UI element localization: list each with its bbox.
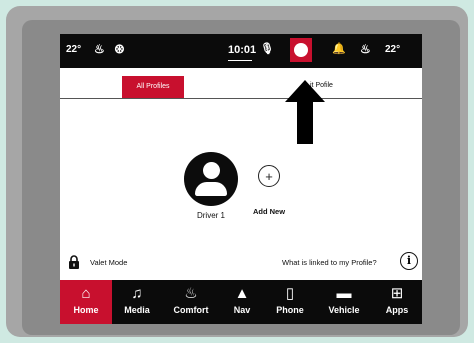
nav-media-label: Media xyxy=(124,305,150,315)
comfort-icon: ♨ xyxy=(184,285,198,302)
home-icon: ⌂ xyxy=(81,285,91,302)
phone-icon: ▯ xyxy=(285,285,295,302)
add-new-button[interactable]: + xyxy=(258,165,280,187)
steering-wheel-icon[interactable]: ⊛ xyxy=(114,41,125,57)
linked-profile-label[interactable]: What is linked to my Profile? xyxy=(282,258,377,267)
nav-phone-label: Phone xyxy=(276,305,304,315)
nav-arrow-icon: ▲ xyxy=(234,285,250,302)
nav-home-label: Home xyxy=(73,305,99,315)
lock-icon[interactable] xyxy=(68,255,80,269)
apps-grid-icon: ⊞ xyxy=(390,285,404,302)
passenger-seat-icon[interactable]: ♨ xyxy=(360,42,371,56)
touchscreen: 22° ♨ ⊛ 10:01 🎙 🔔 ♨ 22° All Profiles it … xyxy=(60,34,422,324)
nav-apps-label: Apps xyxy=(385,305,409,315)
notification-bell-icon[interactable]: 🔔 xyxy=(332,42,346,55)
person-icon-head xyxy=(203,162,220,179)
info-icon[interactable]: i xyxy=(400,252,418,270)
car-icon: ▬ xyxy=(336,285,352,302)
nav-comfort[interactable]: ♨ Comfort xyxy=(162,280,220,324)
driver-temperature[interactable]: 22° xyxy=(66,44,81,55)
person-icon-body xyxy=(195,182,227,196)
tab-all-profiles[interactable]: All Profiles xyxy=(122,76,184,98)
valet-mode-label[interactable]: Valet Mode xyxy=(90,258,127,267)
nav-vehicle-label: Vehicle xyxy=(328,305,360,315)
nav-apps[interactable]: ⊞ Apps xyxy=(372,280,422,324)
nav-phone[interactable]: ▯ Phone xyxy=(264,280,316,324)
passenger-temperature[interactable]: 22° xyxy=(385,44,400,55)
clock: 10:01 xyxy=(228,44,257,56)
clock-underline xyxy=(228,60,252,61)
tab-divider xyxy=(60,98,422,99)
status-bar: 22° ♨ ⊛ 10:01 🎙 🔔 ♨ 22° xyxy=(60,34,422,68)
driver-1-avatar[interactable] xyxy=(184,152,238,206)
nav-vehicle[interactable]: ▬ Vehicle xyxy=(316,280,372,324)
microphone-icon[interactable]: 🎙 xyxy=(260,42,274,55)
bottom-nav-bar: ⌂ Home ♫ Media ♨ Comfort ▲ Nav ▯ Phone ▬… xyxy=(60,280,422,324)
add-new-label: Add New xyxy=(252,207,286,216)
music-icon: ♫ xyxy=(131,285,143,302)
record-dot-icon xyxy=(294,43,308,57)
heated-seat-icon[interactable]: ♨ xyxy=(94,42,105,56)
nav-comfort-label: Comfort xyxy=(173,305,209,315)
nav-media[interactable]: ♫ Media xyxy=(112,280,162,324)
record-button[interactable] xyxy=(290,38,312,62)
nav-nav-label: Nav xyxy=(233,305,251,315)
driver-1-label: Driver 1 xyxy=(196,211,225,220)
pointer-arrow-icon xyxy=(285,80,325,144)
nav-home[interactable]: ⌂ Home xyxy=(60,280,112,324)
nav-nav[interactable]: ▲ Nav xyxy=(220,280,264,324)
